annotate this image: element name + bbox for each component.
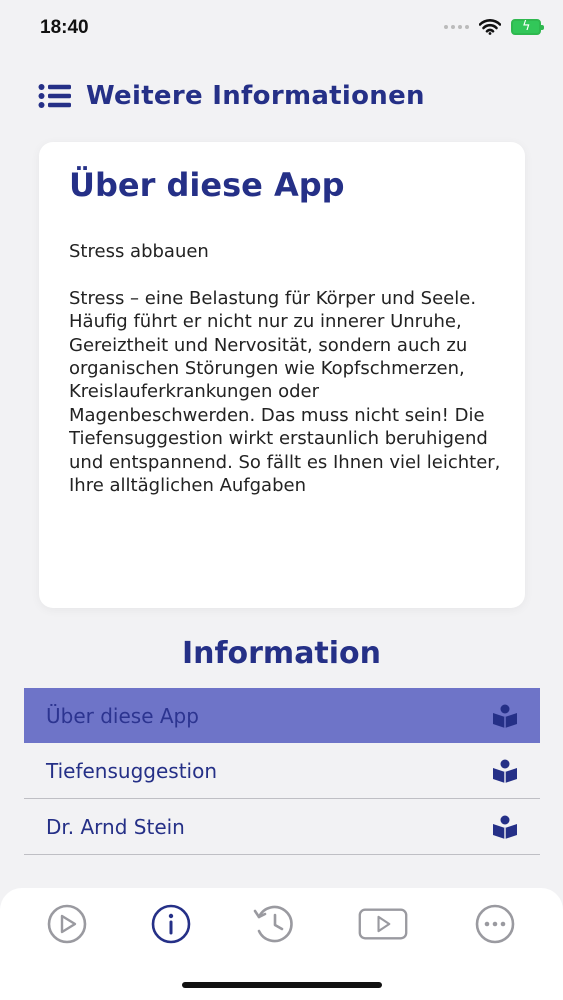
list-item-label: Über diese App xyxy=(46,703,199,728)
info-icon xyxy=(151,904,191,944)
play-circle-icon xyxy=(47,904,87,944)
list-item-about-app[interactable]: Über diese App xyxy=(24,688,540,743)
list-item-label: Tiefensuggestion xyxy=(46,758,218,783)
tab-video[interactable] xyxy=(358,902,408,946)
card-subtitle: Stress abbauen xyxy=(69,241,209,262)
signal-icon xyxy=(444,25,469,29)
page-title: Weitere Informationen xyxy=(86,81,425,111)
list-item-dr-arnd-stein[interactable]: Dr. Arnd Stein xyxy=(24,799,540,855)
home-indicator[interactable] xyxy=(182,982,382,988)
about-card: Über diese App Stress abbauen Stress – e… xyxy=(39,142,525,608)
list-item-label: Dr. Arnd Stein xyxy=(46,814,185,839)
card-paragraph: Stress – eine Belastung für Körper und S… xyxy=(69,287,501,497)
information-heading: Information xyxy=(181,636,382,671)
history-icon xyxy=(253,905,293,943)
list-item-tiefensuggestion[interactable]: Tiefensuggestion xyxy=(24,743,540,799)
tab-history[interactable] xyxy=(248,902,298,946)
status-indicators: ϟ xyxy=(444,19,544,35)
video-icon xyxy=(358,908,408,940)
tab-play[interactable] xyxy=(42,902,92,946)
list-icon[interactable] xyxy=(38,84,72,108)
wifi-icon xyxy=(479,19,501,35)
information-list: Über diese App Tiefensuggestion Dr. Arnd… xyxy=(24,688,540,855)
tab-more[interactable] xyxy=(470,902,520,946)
book-icon xyxy=(493,815,517,839)
battery-icon: ϟ xyxy=(511,19,544,35)
card-body[interactable]: Stress abbauen Stress – eine Belastung f… xyxy=(69,240,509,568)
status-bar: 18:40 ϟ xyxy=(0,0,563,60)
more-icon xyxy=(475,904,515,944)
card-title: Über diese App xyxy=(69,166,345,204)
book-icon xyxy=(493,704,517,728)
tab-info[interactable] xyxy=(146,902,196,946)
book-icon xyxy=(493,759,517,783)
page-header: Weitere Informationen xyxy=(38,78,425,114)
status-time: 18:40 xyxy=(40,17,89,38)
